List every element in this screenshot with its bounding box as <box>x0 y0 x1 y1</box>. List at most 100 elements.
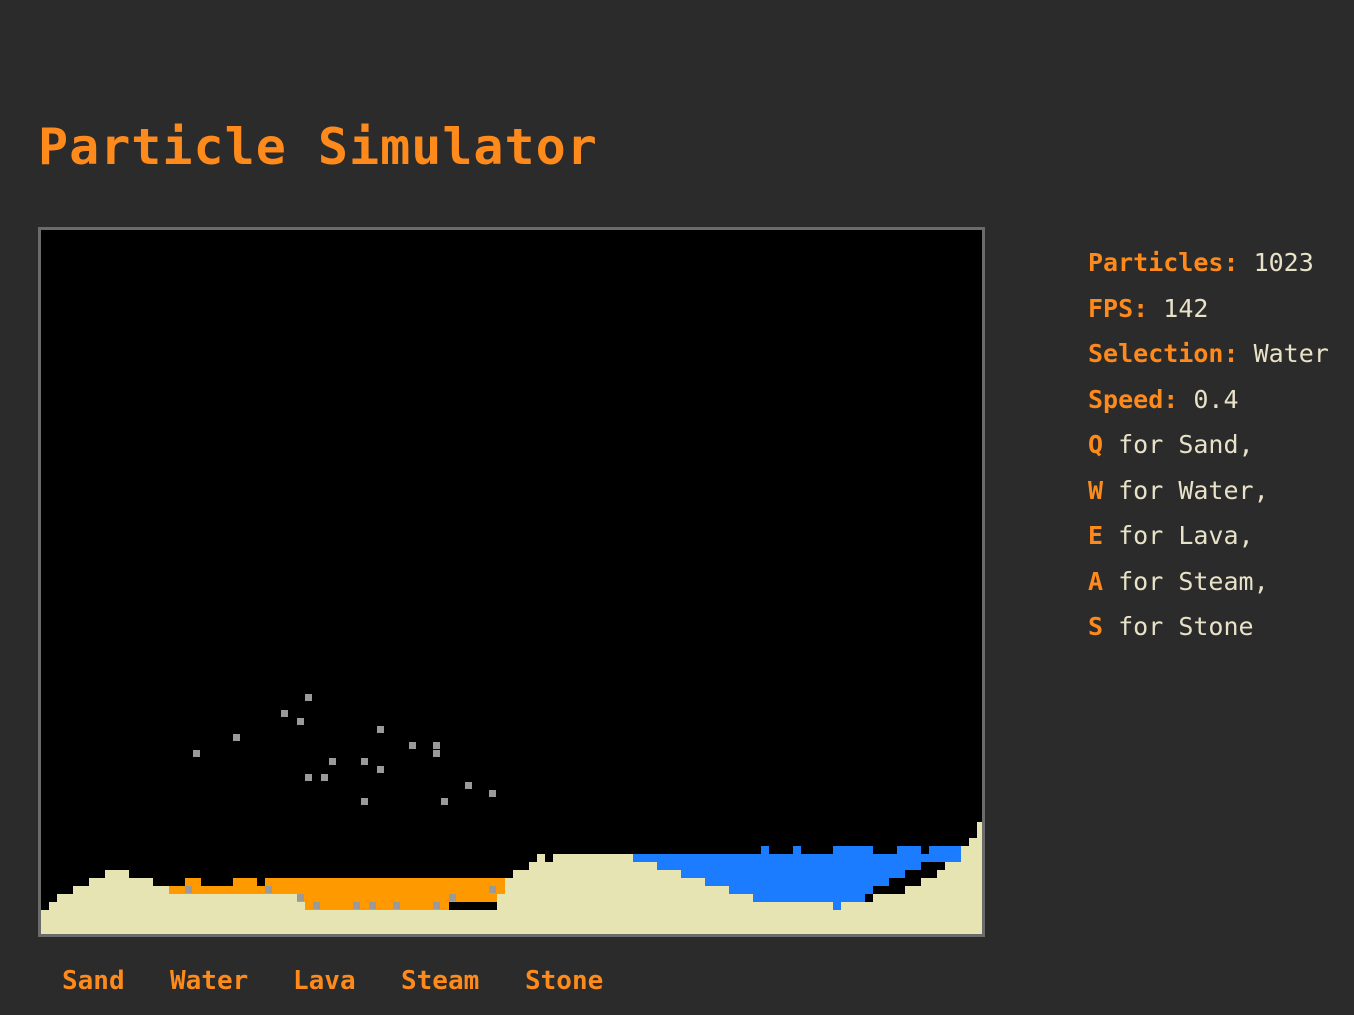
key-hint-sand: Q for Sand, <box>1088 422 1329 468</box>
sand-particles <box>545 862 553 934</box>
key-hint-key: E <box>1088 521 1104 550</box>
key-hint-steam: A for Steam, <box>1088 559 1329 605</box>
key-hint-key: Q <box>1088 430 1104 459</box>
sand-particles <box>105 870 129 934</box>
key-hint-text: for Water, <box>1103 475 1269 505</box>
steam-particle <box>321 774 328 781</box>
sand-particles <box>633 862 665 934</box>
key-hint-key: A <box>1088 566 1104 596</box>
steam-particle <box>233 734 240 741</box>
sand-particles <box>665 870 681 934</box>
sand-particles <box>305 910 497 934</box>
water-particles <box>753 894 865 902</box>
steam-particle <box>193 750 200 757</box>
lava-particles <box>297 894 497 902</box>
water-particles <box>681 870 905 878</box>
water-particles <box>833 846 873 854</box>
sand-particles <box>761 902 785 934</box>
steam-particle <box>281 710 288 717</box>
key-hint-key: W <box>1088 475 1104 505</box>
info-panel: Particles: 1023 FPS: 142 Selection: Wate… <box>1088 240 1329 650</box>
steam-particle <box>265 886 272 893</box>
sand-particles <box>57 894 73 934</box>
lava-particles <box>305 902 449 910</box>
steam-particle <box>369 902 376 909</box>
fps-stat: FPS: 142 <box>1088 286 1329 332</box>
sand-particles <box>905 886 921 934</box>
steam-particle <box>361 758 368 765</box>
sand-particles <box>785 902 873 934</box>
water-particles <box>761 846 769 854</box>
lava-particles <box>265 878 505 894</box>
sand-particles <box>553 854 633 934</box>
steam-particle <box>185 886 192 893</box>
sand-particles <box>705 886 729 934</box>
steam-particle <box>449 894 456 901</box>
sand-particles <box>73 886 89 934</box>
sand-particles <box>153 886 169 934</box>
sand-particles <box>129 878 153 934</box>
fps-value: 142 <box>1163 293 1209 323</box>
key-hint-water: W for Water, <box>1088 468 1329 514</box>
simulation-canvas[interactable] <box>41 230 982 934</box>
key-hint-stone: S for Stone <box>1088 604 1329 650</box>
fps-label: FPS: <box>1088 293 1149 323</box>
steam-particle <box>409 742 416 749</box>
key-hint-text: for Lava, <box>1103 521 1254 550</box>
stone-button[interactable]: Stone <box>525 966 603 996</box>
sand-particles <box>89 878 105 934</box>
sand-particles <box>513 870 529 934</box>
steam-particle <box>433 902 440 909</box>
steam-particle <box>433 750 440 757</box>
particles-value: 1023 <box>1253 248 1314 277</box>
simulation-canvas-frame[interactable] <box>38 227 985 937</box>
water-particles <box>793 846 801 854</box>
sand-particles <box>921 878 937 934</box>
selection-label: Selection: <box>1088 339 1239 368</box>
lava-particles <box>185 878 201 886</box>
steam-particle <box>313 902 320 909</box>
particles-label: Particles: <box>1088 248 1239 277</box>
speed-value: 0.4 <box>1193 384 1239 414</box>
water-particles <box>897 846 921 854</box>
steam-particle <box>465 782 472 789</box>
steam-particle <box>433 742 440 749</box>
sand-particles <box>961 846 969 934</box>
steam-particle <box>305 694 312 701</box>
steam-particle <box>353 902 360 909</box>
water-particles <box>729 886 873 894</box>
selection-stat: Selection: Water <box>1088 331 1329 377</box>
steam-particle <box>377 726 384 733</box>
key-hint-text: for Stone <box>1103 612 1254 641</box>
sand-particles <box>873 894 905 934</box>
steam-particle <box>305 774 312 781</box>
sand-particles <box>953 854 961 934</box>
lava-particles <box>233 878 257 886</box>
steam-particle <box>393 902 400 909</box>
sand-particles <box>537 854 545 934</box>
key-hint-lava: E for Lava, <box>1088 513 1329 559</box>
selection-value: Water <box>1253 339 1329 368</box>
key-hint-text: for Sand, <box>1103 430 1254 459</box>
steam-particle <box>297 894 304 901</box>
steam-particle <box>361 798 368 805</box>
steam-particle <box>489 790 496 797</box>
water-particles <box>657 862 921 870</box>
water-button[interactable]: Water <box>170 966 248 996</box>
steam-particle <box>489 886 496 893</box>
speed-stat: Speed: 0.4 <box>1088 377 1329 423</box>
lava-button[interactable]: Lava <box>293 966 356 996</box>
particles-stat: Particles: 1023 <box>1088 240 1329 286</box>
water-particles <box>833 902 841 910</box>
sand-particles <box>937 870 945 934</box>
steam-particle <box>441 798 448 805</box>
sand-particles <box>969 838 977 934</box>
sand-particles <box>681 878 705 934</box>
water-particles <box>705 878 889 886</box>
steam-button[interactable]: Steam <box>401 966 479 996</box>
sand-button[interactable]: Sand <box>62 966 125 996</box>
steam-particle <box>377 766 384 773</box>
key-hint-key: S <box>1088 612 1104 641</box>
sand-particles <box>977 822 982 934</box>
steam-particle <box>329 758 336 765</box>
